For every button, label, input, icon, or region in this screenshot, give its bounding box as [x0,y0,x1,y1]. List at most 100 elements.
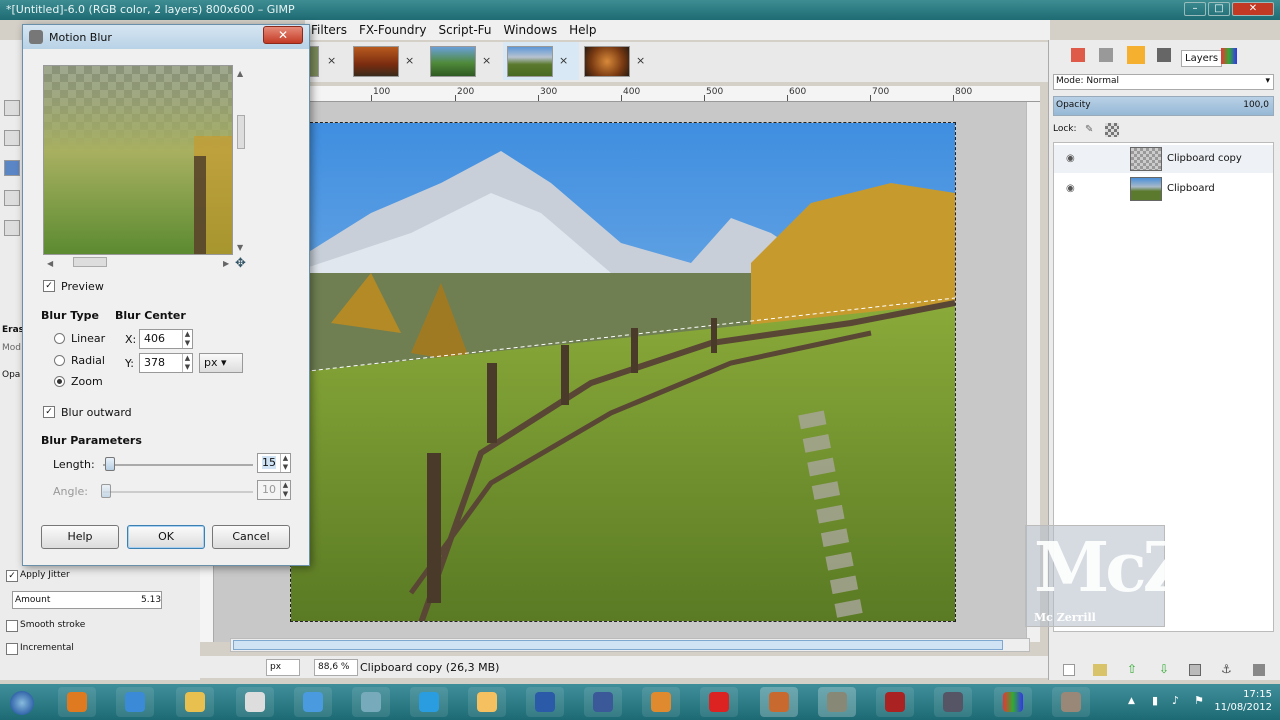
explorer-folder-icon[interactable] [176,687,214,717]
preview-hscroll-thumb[interactable] [73,257,107,267]
undo-history-icon[interactable] [1127,46,1145,64]
cancel-button[interactable]: Cancel [212,525,290,549]
tab-close-icon[interactable]: × [559,54,568,67]
tray-arrow-icon[interactable]: ▲ [1128,696,1135,706]
incremental-checkbox[interactable] [6,643,18,655]
dialog-close-button[interactable]: ✕ [263,26,303,44]
image-canvas[interactable] [290,122,956,624]
youtube-icon[interactable] [700,687,738,717]
tab-close-icon[interactable]: × [327,54,336,67]
app-icon[interactable] [760,687,798,717]
preview-checkbox[interactable]: ✓ [43,280,55,292]
start-button[interactable] [2,687,40,717]
layer-item-clipboard-copy[interactable]: ◉ Clipboard copy [1054,145,1273,173]
word-icon[interactable] [526,687,564,717]
ok-button[interactable]: OK [127,525,205,549]
center-y-input[interactable]: 378 ▲ ▼ [139,353,193,373]
eye-icon[interactable]: ◉ [1066,183,1075,194]
spin-arrows-icon[interactable]: ▲ ▼ [280,454,290,472]
horizontal-scrollbar[interactable] [230,638,1030,652]
new-group-icon[interactable] [1093,664,1107,676]
duplicate-layer-icon[interactable] [1189,664,1201,676]
mode-select[interactable]: Mode: Normal ▾ [1053,74,1274,90]
menu-fx-foundry[interactable]: FX-Foundry [353,20,433,40]
raise-layer-icon[interactable]: ⇧ [1127,662,1137,676]
blur-outward-checkbox[interactable]: ✓ [43,406,55,418]
device-status-icon[interactable] [1099,48,1113,62]
image-tab[interactable]: × [349,42,425,80]
scroll-up-icon[interactable]: ▲ [237,69,243,78]
alpha-lock-icon[interactable] [1105,123,1119,137]
app-icon[interactable] [876,687,914,717]
tab-close-icon[interactable]: × [636,54,645,67]
menu-windows[interactable]: Windows [498,20,564,40]
network-icon[interactable]: ▮ [1152,694,1158,707]
tray-flag-icon[interactable]: ⚑ [1194,694,1204,707]
menu-script-fu[interactable]: Script-Fu [433,20,498,40]
anchor-layer-icon[interactable]: ⚓ [1221,662,1232,676]
tool-icon[interactable] [4,130,20,146]
media-player-icon[interactable] [58,687,96,717]
tool-icon[interactable] [4,160,20,176]
gimp-taskbar-icon[interactable] [818,687,856,717]
length-slider-handle[interactable] [105,457,115,471]
lower-layer-icon[interactable]: ⇩ [1159,662,1169,676]
tab-close-icon[interactable]: × [482,54,491,67]
smooth-stroke-checkbox[interactable] [6,620,18,632]
tool-icon[interactable] [4,220,20,236]
tool-icon[interactable] [4,190,20,206]
blur-type-linear-radio[interactable] [54,333,65,344]
scroll-left-icon[interactable]: ◀ [47,259,53,268]
brush-lock-icon[interactable]: ✎ [1085,124,1097,136]
app-icon[interactable] [1052,687,1090,717]
system-clock[interactable]: 17:15 11/08/2012 [1214,688,1272,714]
preview-area[interactable] [43,65,233,255]
maximize-button[interactable]: □ [1208,2,1230,16]
menu-filters[interactable]: Filters [305,20,353,40]
app-icon[interactable] [994,687,1032,717]
help-button[interactable]: Help [41,525,119,549]
delete-layer-icon[interactable] [1253,664,1265,676]
tab-layers[interactable]: Layers [1181,50,1223,67]
eye-icon[interactable]: ◉ [1066,153,1075,164]
app-icon[interactable] [642,687,680,717]
center-x-input[interactable]: 406 ▲ ▼ [139,329,193,349]
colors-icon[interactable] [1221,48,1237,64]
blur-type-zoom-radio[interactable] [54,376,65,387]
volume-icon[interactable]: ♪ [1172,694,1179,707]
tool-icon[interactable] [4,100,20,116]
app-icon[interactable] [352,687,390,717]
image-tab[interactable]: × [426,42,502,80]
brushes-icon[interactable] [1157,48,1171,62]
twitter-icon[interactable] [410,687,448,717]
image-tab-active[interactable]: × [503,42,579,80]
scroll-down-icon[interactable]: ▼ [237,243,243,252]
opacity-slider[interactable]: Opacity 100,0 [1053,96,1274,116]
scroll-right-icon[interactable]: ▶ [223,259,229,268]
navigate-icon[interactable]: ✥ [235,256,246,271]
ie-icon[interactable] [294,687,332,717]
facebook-icon[interactable] [584,687,622,717]
tool-options-icon[interactable] [1071,48,1085,62]
unit-select[interactable]: px [266,659,300,676]
menu-help[interactable]: Help [563,20,602,40]
amount-field[interactable]: Amount 5.13 [12,591,162,609]
new-layer-icon[interactable] [1063,664,1075,676]
preview-vscroll-thumb[interactable] [237,115,245,149]
blur-type-radial-radio[interactable] [54,355,65,366]
zoom-field[interactable]: 88,6 % [314,659,358,676]
app-icon[interactable] [468,687,506,717]
length-slider-track[interactable] [103,464,253,466]
length-input[interactable]: 15 ▲ ▼ [257,453,291,473]
spin-arrows-icon[interactable]: ▲ ▼ [182,354,192,372]
unit-dropdown[interactable]: px ▾ [199,353,243,373]
app-icon[interactable] [934,687,972,717]
window-close-button[interactable]: ✕ [1232,2,1274,16]
spin-arrows-icon[interactable]: ▲ ▼ [182,330,192,348]
image-tab[interactable]: × [580,42,656,80]
layer-item-clipboard[interactable]: ◉ Clipboard [1054,175,1273,203]
minimize-button[interactable]: – [1184,2,1206,16]
internet-explorer-icon[interactable] [116,687,154,717]
app-icon[interactable] [236,687,274,717]
scrollbar-thumb[interactable] [233,640,1003,650]
